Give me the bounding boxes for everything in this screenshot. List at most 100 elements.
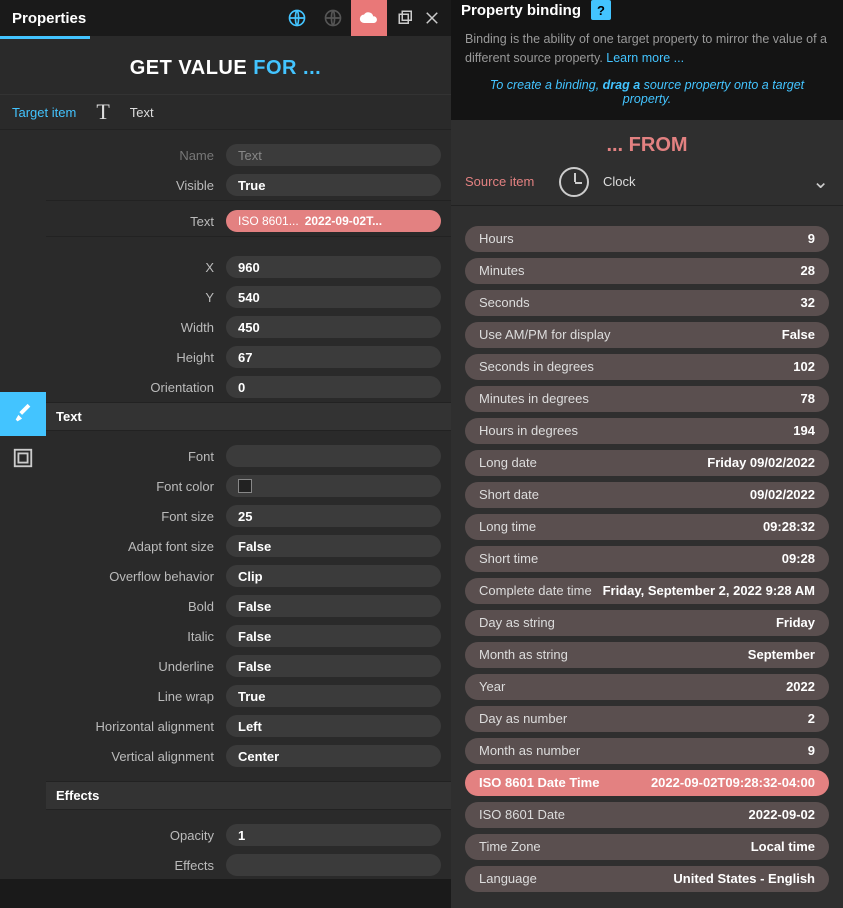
effects-section-header[interactable]: Effects: [46, 781, 451, 810]
source-property-value: 9: [808, 743, 815, 758]
source-property-name: Short date: [479, 487, 750, 502]
source-property-item[interactable]: Long dateFriday 09/02/2022: [465, 450, 829, 476]
globe-tab-icon[interactable]: [279, 0, 315, 36]
prop-overflow-label: Overflow behavior: [46, 569, 226, 584]
source-property-value: 102: [793, 359, 815, 374]
source-property-item[interactable]: Year2022: [465, 674, 829, 700]
prop-linewrap-value[interactable]: True: [226, 685, 441, 707]
prop-opacity-value[interactable]: 1: [226, 824, 441, 846]
source-property-item[interactable]: Minutes28: [465, 258, 829, 284]
source-property-value: Friday, September 2, 2022 9:28 AM: [603, 583, 815, 598]
source-properties-list[interactable]: Hours9Minutes28Seconds32Use AM/PM for di…: [451, 206, 843, 908]
cloud-tab-icon[interactable]: [351, 0, 387, 36]
properties-panel: Properties GET VALUE FOR ... Target item…: [0, 0, 451, 879]
globe-tab-dim-icon[interactable]: [315, 0, 351, 36]
source-item-label: Source item: [465, 174, 545, 189]
source-property-item[interactable]: Day as number2: [465, 706, 829, 732]
source-property-name: ISO 8601 Date Time: [479, 775, 651, 790]
prop-orientation-label: Orientation: [46, 380, 226, 395]
prop-text-bound-value[interactable]: ISO 8601...2022-09-02T...: [226, 210, 441, 232]
source-property-name: Complete date time: [479, 583, 603, 598]
source-property-name: Hours: [479, 231, 808, 246]
source-property-item[interactable]: Month as number9: [465, 738, 829, 764]
side-toolbar: [0, 392, 46, 480]
source-property-name: Month as number: [479, 743, 808, 758]
properties-scroll[interactable]: NameText VisibleTrue TextISO 8601...2022…: [0, 130, 451, 879]
prop-orientation-value[interactable]: 0: [226, 376, 441, 398]
source-property-name: Hours in degrees: [479, 423, 793, 438]
learn-more-link[interactable]: Learn more ...: [606, 51, 684, 65]
prop-overflow-value[interactable]: Clip: [226, 565, 441, 587]
prop-width-value[interactable]: 450: [226, 316, 441, 338]
close-icon[interactable]: [423, 9, 441, 27]
prop-height-value[interactable]: 67: [226, 346, 441, 368]
source-property-name: Minutes: [479, 263, 801, 278]
source-property-name: Minutes in degrees: [479, 391, 801, 406]
source-property-value: 09/02/2022: [750, 487, 815, 502]
source-property-item[interactable]: Day as stringFriday: [465, 610, 829, 636]
chevron-down-icon[interactable]: ⌄: [812, 169, 829, 194]
prop-fontsize-value[interactable]: 25: [226, 505, 441, 527]
prop-font-value[interactable]: [226, 445, 441, 467]
prop-underline-value[interactable]: False: [226, 655, 441, 677]
source-property-item[interactable]: Long time09:28:32: [465, 514, 829, 540]
prop-y-value[interactable]: 540: [226, 286, 441, 308]
source-property-name: Use AM/PM for display: [479, 327, 782, 342]
source-property-item[interactable]: Seconds in degrees102: [465, 354, 829, 380]
source-property-name: Long date: [479, 455, 707, 470]
prop-y-label: Y: [46, 290, 226, 305]
right-header: Property binding ?: [451, 0, 843, 20]
source-property-item[interactable]: Hours9: [465, 226, 829, 252]
prop-valign-value[interactable]: Center: [226, 745, 441, 767]
brush-tool-icon[interactable]: [0, 392, 46, 436]
source-property-value: 194: [793, 423, 815, 438]
prop-adapt-value[interactable]: False: [226, 535, 441, 557]
source-property-item[interactable]: Complete date timeFriday, September 2, 2…: [465, 578, 829, 604]
source-property-item[interactable]: Hours in degrees194: [465, 418, 829, 444]
source-property-item[interactable]: Short time09:28: [465, 546, 829, 572]
binding-panel: Property binding ? Binding is the abilit…: [451, 0, 843, 879]
source-property-value: Friday: [776, 615, 815, 630]
source-property-item[interactable]: Short date09/02/2022: [465, 482, 829, 508]
source-property-value: 09:28:32: [763, 519, 815, 534]
prop-italic-value[interactable]: False: [226, 625, 441, 647]
prop-x-value[interactable]: 960: [226, 256, 441, 278]
source-property-value: 32: [801, 295, 815, 310]
left-header: Properties: [0, 0, 451, 36]
source-property-item[interactable]: ISO 8601 Date Time2022-09-02T09:28:32-04…: [465, 770, 829, 796]
prop-fontsize-label: Font size: [46, 509, 226, 524]
source-property-item[interactable]: Seconds32: [465, 290, 829, 316]
prop-halign-value[interactable]: Left: [226, 715, 441, 737]
prop-visible-value[interactable]: True: [226, 174, 441, 196]
source-property-value: Friday 09/02/2022: [707, 455, 815, 470]
properties-title: Properties: [0, 10, 279, 27]
source-property-item[interactable]: Use AM/PM for displayFalse: [465, 322, 829, 348]
prop-adapt-label: Adapt font size: [46, 539, 226, 554]
prop-valign-label: Vertical alignment: [46, 749, 226, 764]
source-property-value: 2022: [786, 679, 815, 694]
prop-name-value[interactable]: Text: [226, 144, 441, 166]
header-tabs: [279, 0, 387, 36]
source-property-name: ISO 8601 Date: [479, 807, 749, 822]
source-item-name: Clock: [603, 174, 798, 189]
prop-fontcolor-value[interactable]: [226, 475, 441, 497]
source-item-row: Source item Clock ⌄: [451, 167, 843, 206]
source-property-item[interactable]: Time ZoneLocal time: [465, 834, 829, 860]
get-value-title: GET VALUE FOR ...: [0, 39, 451, 94]
clock-icon: [559, 167, 589, 197]
prop-underline-label: Underline: [46, 659, 226, 674]
prop-effects-value[interactable]: [226, 854, 441, 876]
prop-bold-value[interactable]: False: [226, 595, 441, 617]
source-property-item[interactable]: Month as stringSeptember: [465, 642, 829, 668]
source-property-item[interactable]: Minutes in degrees78: [465, 386, 829, 412]
copy-window-icon[interactable]: [397, 9, 415, 27]
prop-font-label: Font: [46, 449, 226, 464]
prop-bold-label: Bold: [46, 599, 226, 614]
source-property-item[interactable]: ISO 8601 Date2022-09-02: [465, 802, 829, 828]
help-button[interactable]: ?: [591, 0, 611, 20]
layout-tool-icon[interactable]: [0, 436, 46, 480]
prop-effects-label: Effects: [46, 858, 226, 873]
text-section-header[interactable]: Text: [46, 402, 451, 431]
target-item-label: Target item: [12, 105, 76, 120]
prop-x-label: X: [46, 260, 226, 275]
